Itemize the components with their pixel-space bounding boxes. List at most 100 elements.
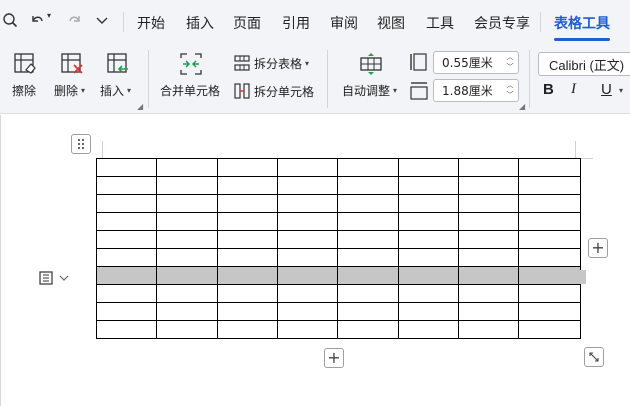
- table-cell[interactable]: [277, 194, 338, 213]
- table-cell[interactable]: [458, 302, 519, 321]
- merge-cells-button[interactable]: 合并单元格: [160, 82, 220, 99]
- table-cell[interactable]: [217, 302, 278, 321]
- table-cell[interactable]: [518, 302, 581, 321]
- table-cell[interactable]: [337, 158, 399, 177]
- table-cell[interactable]: [96, 230, 157, 249]
- italic-button[interactable]: I: [571, 81, 576, 98]
- table-cell[interactable]: [96, 176, 157, 195]
- tab-review[interactable]: 审阅: [330, 13, 358, 33]
- table-cell[interactable]: [337, 284, 399, 303]
- table-cell[interactable]: [96, 158, 157, 177]
- table-cell[interactable]: [337, 212, 399, 231]
- table-cell[interactable]: [398, 320, 459, 339]
- table-cell[interactable]: [337, 320, 399, 339]
- table-cell[interactable]: [518, 194, 581, 213]
- table-cell[interactable]: [277, 212, 338, 231]
- print-preview-icon[interactable]: [2, 11, 18, 29]
- autofit-table-icon[interactable]: [359, 52, 383, 80]
- table-cell[interactable]: [156, 302, 218, 321]
- table-cell[interactable]: [96, 212, 157, 231]
- group-launcher-icon[interactable]: ◢: [137, 102, 143, 111]
- table-cell[interactable]: [156, 320, 218, 339]
- table-cell[interactable]: [458, 230, 519, 249]
- table-cell[interactable]: [398, 212, 459, 231]
- row-menu-button[interactable]: [38, 267, 70, 289]
- tab-references[interactable]: 引用: [282, 13, 310, 33]
- table-cell[interactable]: [156, 212, 218, 231]
- erase-button[interactable]: 擦除: [12, 82, 36, 99]
- tab-start[interactable]: 开始: [137, 13, 165, 33]
- table-move-handle[interactable]: [71, 134, 91, 154]
- tab-view[interactable]: 视图: [377, 13, 405, 33]
- table-cell[interactable]: [277, 266, 338, 285]
- table-cell[interactable]: [156, 194, 218, 213]
- table-cell[interactable]: [277, 284, 338, 303]
- table-cell[interactable]: [337, 230, 399, 249]
- table-cell[interactable]: [217, 212, 278, 231]
- table-cell[interactable]: [217, 194, 278, 213]
- column-width-stepper[interactable]: ︿ ﹀: [504, 53, 516, 72]
- table-cell[interactable]: [96, 320, 157, 339]
- merge-cells-icon[interactable]: [179, 52, 203, 80]
- table-cell[interactable]: [398, 266, 459, 285]
- table-cell[interactable]: [337, 266, 399, 285]
- undo-chevron-icon[interactable]: ▾: [47, 11, 51, 20]
- undo-icon[interactable]: [30, 11, 44, 29]
- table-cell[interactable]: [518, 212, 581, 231]
- table-row[interactable]: [96, 284, 581, 303]
- table-cell[interactable]: [458, 266, 519, 285]
- bold-button[interactable]: B: [543, 81, 554, 98]
- table-cell[interactable]: [96, 194, 157, 213]
- table-cell[interactable]: [96, 302, 157, 321]
- group-launcher-icon[interactable]: ◢: [519, 102, 525, 111]
- insert-button[interactable]: 插入 ▾: [100, 82, 131, 99]
- table-cell[interactable]: [156, 158, 218, 177]
- table-cell[interactable]: [398, 230, 459, 249]
- more-chevron-icon[interactable]: [96, 11, 108, 29]
- table-row[interactable]: [96, 158, 581, 177]
- table-cell[interactable]: [217, 320, 278, 339]
- table-cell[interactable]: [277, 248, 338, 267]
- table-cell[interactable]: [96, 248, 157, 267]
- chevron-up-icon[interactable]: ︿: [507, 53, 514, 62]
- split-table-button[interactable]: 拆分表格 ▾: [254, 55, 309, 72]
- table-cell[interactable]: [518, 284, 581, 303]
- tab-member[interactable]: 会员专享: [474, 13, 530, 33]
- delete-button[interactable]: 删除 ▾: [54, 82, 85, 99]
- table-row[interactable]: [96, 212, 581, 231]
- table-cell[interactable]: [398, 158, 459, 177]
- table-cell[interactable]: [458, 194, 519, 213]
- table-cell[interactable]: [217, 284, 278, 303]
- table-cell[interactable]: [458, 320, 519, 339]
- underline-button[interactable]: U: [601, 81, 612, 98]
- table-cell[interactable]: [217, 230, 278, 249]
- table-cell[interactable]: [337, 176, 399, 195]
- table-cell[interactable]: [277, 176, 338, 195]
- chevron-up-icon[interactable]: ︿: [507, 81, 514, 90]
- table-cell[interactable]: [96, 284, 157, 303]
- chevron-down-icon[interactable]: ▾: [619, 86, 623, 95]
- table-cell[interactable]: [156, 248, 218, 267]
- insert-table-icon[interactable]: [106, 52, 130, 80]
- redo-icon[interactable]: [68, 11, 82, 29]
- autofit-button[interactable]: 自动调整 ▾: [342, 82, 397, 99]
- table-cell[interactable]: [277, 158, 338, 177]
- table-cell[interactable]: [458, 248, 519, 267]
- table-cell[interactable]: [337, 302, 399, 321]
- table-row[interactable]: [96, 230, 581, 249]
- table-cell[interactable]: [277, 302, 338, 321]
- row-height-field[interactable]: 1.88厘米 ︿ ﹀: [433, 79, 519, 102]
- table-cell[interactable]: [398, 176, 459, 195]
- split-cells-icon[interactable]: [234, 83, 250, 103]
- row-height-stepper[interactable]: ︿ ﹀: [504, 81, 516, 100]
- table-cell[interactable]: [217, 158, 278, 177]
- delete-table-icon[interactable]: [60, 52, 84, 80]
- table-row[interactable]: [96, 248, 581, 267]
- table-cell[interactable]: [518, 320, 581, 339]
- table-cell[interactable]: [217, 176, 278, 195]
- tab-insert[interactable]: 插入: [186, 13, 214, 33]
- resize-table-handle[interactable]: [584, 347, 604, 367]
- table-cell[interactable]: [156, 284, 218, 303]
- table-row[interactable]: [96, 176, 581, 195]
- table-row[interactable]: [96, 320, 581, 339]
